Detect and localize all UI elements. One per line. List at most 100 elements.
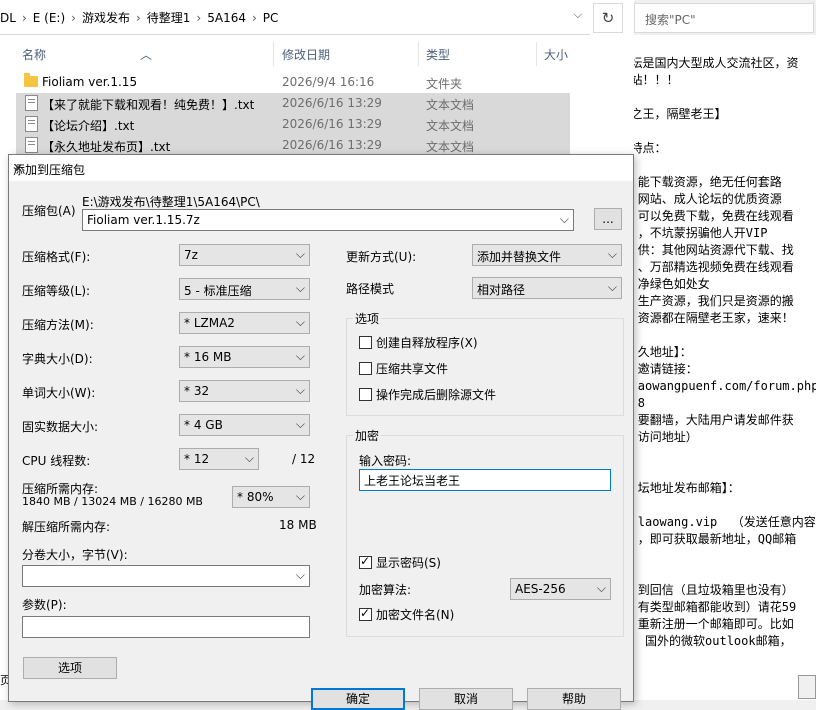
mem-value: * 80% [237,490,274,504]
close-icon[interactable]: ✕ [13,161,627,175]
notepad-line [634,157,816,174]
breadcrumb-item[interactable]: DL [0,11,16,25]
notepad-line [634,446,816,463]
file-date: 2026/9/4 16:16 [282,75,375,89]
file-date: 2026/6/16 13:29 [282,117,382,131]
format-select[interactable]: 7z ⌵ [179,244,310,266]
show-password-checkbox[interactable] [359,554,372,569]
file-type: 文件夹 [426,77,463,91]
password-input[interactable]: 上老王论坛当老王 [359,469,611,491]
algo-select[interactable]: AES-256 ⌵ [510,578,611,600]
notepad-line: laowang.vip （发送任意内容 [637,515,816,529]
browse-button[interactable]: ... [594,208,622,230]
notepad-line: 有类型邮箱都能收到）请花59 [637,600,797,614]
path-select[interactable]: 相对路径 ⌵ [472,277,622,299]
notepad-line: 有如下特点： [634,141,667,155]
chevron-down-icon[interactable]: ⌵ [560,212,569,227]
method-select[interactable]: * LZMA2 ⌵ [179,312,310,334]
ok-button[interactable]: 确定 [311,688,405,710]
breadcrumb-chevron-icon[interactable]: › [22,11,27,25]
format-value: 7z [184,248,198,262]
file-row[interactable]: 【来了就能下载和观看！纯免费！】.txt 2026/6/16 13:29 文本文档 [16,93,570,114]
sfx-checkbox[interactable] [359,336,372,349]
password-label: 输入密码: [359,454,412,468]
help-button[interactable]: 帮助 [527,688,621,710]
chevron-down-icon[interactable]: ⌵ [574,8,582,22]
chevron-down-icon: ⌵ [295,349,305,363]
mem-select[interactable]: * 80% ⌵ [232,486,310,508]
params-input[interactable] [22,616,310,638]
encrypt-names-label: 加密文件名(N) [376,608,455,622]
notepad-line: 8 [637,396,646,410]
volume-label: 分卷大小，字节(V): [22,548,128,562]
notepad-text[interactable]: 老王论坛是国内大型成人交流社区，资 源分享站！！！ 【搬运之王，隔壁老王】 有如… [634,55,816,650]
chevron-down-icon: ⌵ [244,451,254,465]
breadcrumb-chevron-icon[interactable]: › [196,11,201,25]
delete-checkbox[interactable] [359,388,372,401]
solid-label: 固实数据大小: [22,420,99,434]
breadcrumb[interactable]: DL › E (E:) › 游戏发布 › 待整理1 › 5A164 › PC [0,9,284,26]
breadcrumb-chevron-icon[interactable]: › [71,11,76,25]
options-group-title: 选项 [353,310,382,327]
shared-checkbox[interactable] [359,362,372,375]
chevron-down-icon: ⌵ [295,247,305,261]
breadcrumb-item[interactable]: 5A164 [207,11,246,25]
file-name: Fioliam ver.1.15 [42,75,138,89]
demem-value: 18 MB [279,518,317,532]
file-row[interactable]: 【论坛介绍】.txt 2026/6/16 13:29 文本文档 [16,114,570,135]
level-select[interactable]: 5 - 标准压缩 ⌵ [179,278,310,300]
show-password-label: 显示密码(S) [376,556,441,570]
column-size[interactable]: 大小 [544,46,568,63]
word-select[interactable]: * 32 ⌵ [179,380,310,402]
chevron-down-icon: ⌵ [607,280,617,294]
breadcrumb-chevron-icon[interactable]: › [136,11,141,25]
breadcrumb-item[interactable]: E (E:) [33,11,65,25]
cancel-button[interactable]: 取消 [419,688,513,710]
file-row[interactable]: Fioliam ver.1.15 2026/9/4 16:16 文件夹 [16,72,570,93]
dialog-titlebar: 添加到压缩包 ✕ [9,155,633,181]
column-name[interactable]: 名称 [22,46,46,63]
breadcrumb-item[interactable]: 游戏发布 [82,11,130,25]
archive-name-combo[interactable]: Fioliam ver.1.15.7z ⌵ [82,209,574,231]
notepad-line: 老王论坛是国内大型成人交流社区，资 [634,56,799,70]
options-button[interactable]: 选项 [23,657,117,679]
archive-path: E:\游戏发布\待整理1\5A164\PC\ [82,195,260,209]
refresh-icon[interactable]: ↻ [593,3,623,33]
notepad-line: 网站、成人论坛的优质资源 [637,192,782,206]
dict-label: 字典大小(D): [22,352,93,366]
params-label: 参数(P): [22,598,67,612]
encrypt-group: 加密 输入密码: 上老王论坛当老王 显示密码(S) 加密算法: AES-256 ⌵… [346,427,624,637]
column-type[interactable]: 类型 [426,46,450,63]
chevron-down-icon: ⌵ [295,417,305,431]
update-select[interactable]: 添加并替换文件 ⌵ [472,244,622,266]
chevron-down-icon: ⌵ [295,383,305,397]
notepad-line: 能下载资源，绝无任何套路 [637,175,782,189]
notepad-line [634,89,816,106]
text-file-icon [25,116,38,132]
update-value: 添加并替换文件 [477,250,562,264]
scrollbar[interactable] [798,675,816,699]
encrypt-names-checkbox[interactable] [359,606,372,621]
notepad-line: 到回信（且垃圾箱里也没有） [637,583,794,597]
file-row[interactable]: 【永久地址发布页】.txt 2026/6/16 13:29 文本文档 [16,135,570,156]
breadcrumb-chevron-icon[interactable]: › [252,11,257,25]
file-type: 文本文档 [426,119,475,133]
add-to-archive-dialog: 添加到压缩包 ✕ 压缩包(A) E:\游戏发布\待整理1\5A164\PC\ F… [8,154,634,710]
chevron-down-icon: ⌵ [295,315,305,329]
mem-detail: 1840 MB / 13024 MB / 16280 MB [22,495,203,508]
cpu-select[interactable]: * 12 ⌵ [179,448,259,470]
chevron-down-icon: ⌵ [295,568,305,582]
dict-select[interactable]: * 16 MB ⌵ [179,346,310,368]
file-type: 文本文档 [426,140,475,154]
cpu-label: CPU 线程数: [22,454,91,468]
volume-select[interactable]: ⌵ [22,565,310,587]
notepad-line: aowangpuenf.com/forum.php? [637,379,816,393]
level-value: 5 - 标准压缩 [184,284,252,298]
path-value: 相对路径 [477,283,526,297]
breadcrumb-item[interactable]: PC [263,11,279,25]
solid-select[interactable]: * 4 GB ⌵ [179,414,310,436]
search-input[interactable]: 搜索"PC" [634,3,814,33]
address-bar[interactable]: DL › E (E:) › 游戏发布 › 待整理1 › 5A164 › PC ⌵ [0,0,590,35]
column-date[interactable]: 修改日期 [282,46,330,63]
breadcrumb-item[interactable]: 待整理1 [147,11,191,25]
